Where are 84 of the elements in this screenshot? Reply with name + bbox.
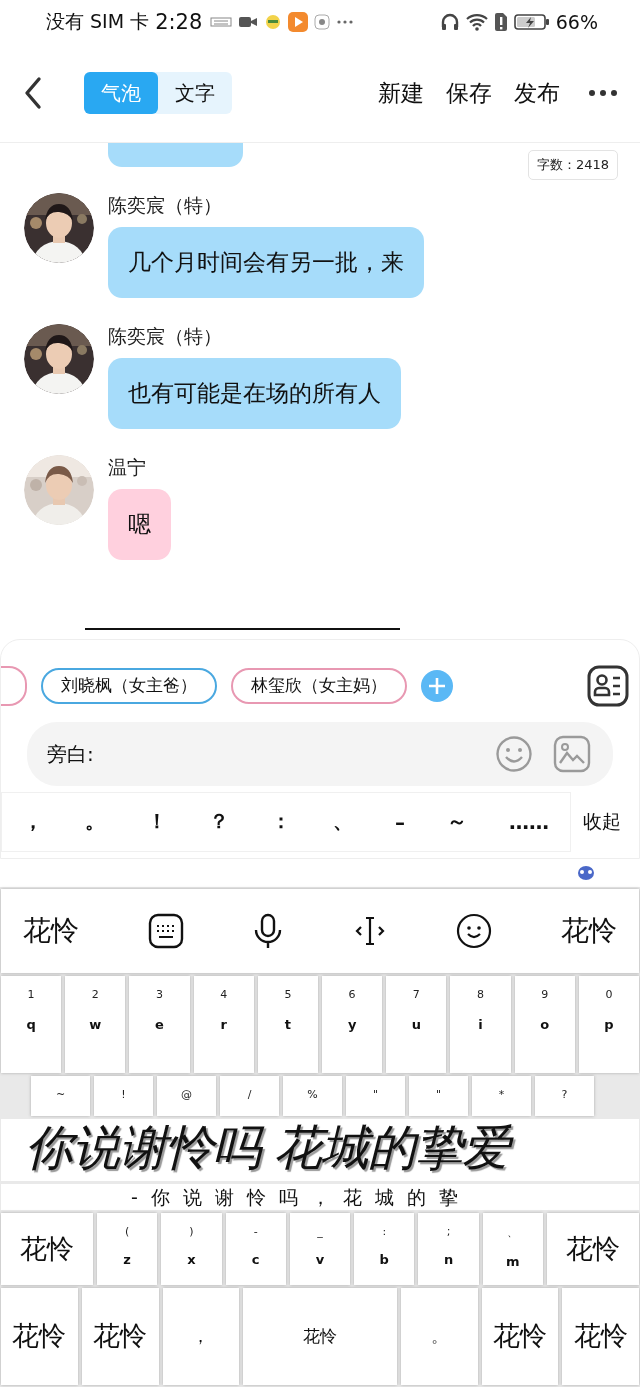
bottom-key[interactable]: 花怜 <box>1 1288 78 1385</box>
letter-key[interactable]: 3 e <box>129 976 190 1073</box>
word-count: 字数：2418 <box>527 149 618 180</box>
letter-key[interactable]: ! <box>94 1076 153 1116</box>
header-action[interactable]: 保存 <box>446 77 492 109</box>
punctuation-key[interactable]: ： <box>271 808 291 836</box>
message-bubble: 嗯 <box>108 488 171 560</box>
emoji-icon[interactable] <box>455 913 492 949</box>
letter-key[interactable]: 8 i <box>450 976 511 1073</box>
punctuation-key[interactable]: ！ <box>147 808 167 836</box>
letter-key[interactable]: _ v <box>289 1213 351 1285</box>
message-bubble: 几个月时间会有另一批，来 <box>108 226 424 298</box>
shift-key[interactable]: 花怜 <box>1 1213 93 1285</box>
microphone-icon[interactable] <box>253 913 284 949</box>
banner-text: 你说谢怜吗 花城的挚爱 <box>23 1119 520 1181</box>
mascot-icon <box>576 865 596 882</box>
punctuation-key[interactable]: 。 <box>85 808 105 836</box>
letter-key[interactable]: 9 o <box>514 976 575 1073</box>
sender-name: 陈奕宸（特） <box>108 323 222 349</box>
letter-key[interactable]: " <box>409 1076 468 1116</box>
image-icon[interactable] <box>553 734 591 773</box>
keyboard-icon <box>210 16 233 29</box>
letter-key[interactable]: 0 p <box>578 976 640 1073</box>
character-chip[interactable]: 刘晓枫（女主爸） <box>41 667 217 704</box>
video-camera-icon <box>238 15 259 30</box>
toolbar-key[interactable]: 花怜 <box>23 912 79 950</box>
bottom-key[interactable]: 花怜 <box>81 1288 159 1385</box>
narration-field[interactable]: 旁白: <box>27 721 613 786</box>
letter-key[interactable]: " <box>346 1076 405 1116</box>
sim-alert-icon <box>493 12 508 33</box>
app-icon <box>314 14 331 31</box>
sender-name: 陈奕宸（特） <box>108 192 222 218</box>
character-chip[interactable]: 林玺欣（女主妈） <box>231 667 407 704</box>
letter-key[interactable]: 7 u <box>386 976 447 1073</box>
punctuation-key[interactable]: …… <box>509 809 549 834</box>
keyboard-icon[interactable] <box>148 913 185 949</box>
letter-key[interactable]: ) x <box>161 1213 222 1285</box>
punctuation-key[interactable]: ？ <box>209 808 229 836</box>
letter-key[interactable]: 2 w <box>65 976 126 1073</box>
battery-percent: 66% <box>555 11 598 34</box>
letter-key[interactable]: 1 q <box>1 976 62 1073</box>
letter-key[interactable]: - c <box>225 1213 286 1285</box>
letter-key[interactable]: ( z <box>97 1213 158 1285</box>
bottom-key[interactable]: ， <box>162 1288 240 1385</box>
headphones-icon <box>439 12 460 33</box>
punctuation-key[interactable]: ～ <box>447 808 467 836</box>
letter-key[interactable]: ? <box>535 1076 594 1116</box>
status-carrier: 没有 SIM 卡 <box>46 9 150 35</box>
play-app-icon <box>288 12 309 33</box>
letter-key[interactable]: 6 y <box>322 976 383 1073</box>
collapse-button[interactable]: 收起 <box>583 808 621 835</box>
contact-card-icon[interactable] <box>587 664 629 707</box>
letter-key[interactable]: / <box>220 1076 279 1116</box>
header-action[interactable]: 新建 <box>378 77 424 109</box>
bottom-key[interactable]: 花怜 <box>562 1288 639 1385</box>
letter-key[interactable]: 4 r <box>193 976 254 1073</box>
punctuation-key[interactable]: – <box>395 809 405 834</box>
delete-key[interactable]: 花怜 <box>546 1213 639 1285</box>
space-key[interactable]: 花怜 <box>243 1288 397 1385</box>
punctuation-key[interactable]: ， <box>23 808 43 836</box>
letter-key[interactable]: 5 t <box>257 976 318 1073</box>
more-icon[interactable] <box>588 89 618 98</box>
sender-name: 温宁 <box>108 454 146 480</box>
app-icon <box>264 13 283 32</box>
letter-key[interactable]: : b <box>354 1213 415 1285</box>
wifi-icon <box>465 13 488 32</box>
letter-key[interactable]: * <box>472 1076 531 1116</box>
bottom-key[interactable]: 。 <box>400 1288 478 1385</box>
battery-icon <box>513 13 550 32</box>
mode-tab[interactable]: 文字 <box>158 72 232 115</box>
letter-key[interactable]: ~ <box>31 1076 90 1116</box>
punctuation-key[interactable]: 、 <box>333 808 353 836</box>
bottom-key[interactable]: 花怜 <box>481 1288 559 1385</box>
letter-key[interactable]: ; n <box>418 1213 479 1285</box>
letter-key[interactable]: 、 m <box>482 1213 543 1285</box>
header-action[interactable]: 发布 <box>514 77 560 109</box>
toolbar-key[interactable]: 花怜 <box>560 912 617 950</box>
status-time: 2:28 <box>155 10 203 35</box>
skin-text: -你说谢怜吗，花城的挚 <box>131 1185 471 1209</box>
message-bubble: 也有可能是在场的所有人 <box>108 357 401 429</box>
letter-key[interactable]: % <box>283 1076 342 1116</box>
letter-key[interactable]: @ <box>157 1076 216 1116</box>
back-icon[interactable] <box>22 76 44 111</box>
more-icon <box>336 19 355 26</box>
